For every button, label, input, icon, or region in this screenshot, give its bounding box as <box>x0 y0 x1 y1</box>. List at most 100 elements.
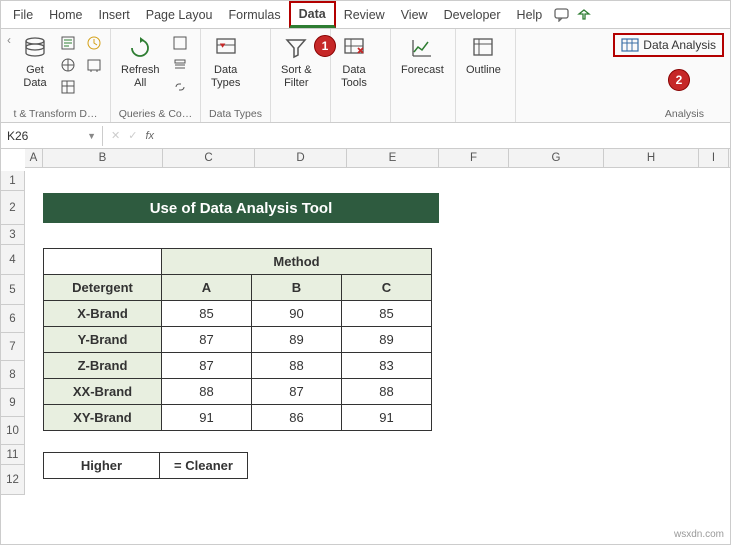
menu-tabs: File Home Insert Page Layou Formulas Dat… <box>1 1 730 29</box>
fx-icon[interactable]: fx <box>145 130 154 142</box>
table-corner <box>44 249 162 275</box>
data-tools-button[interactable]: Data Tools <box>337 33 371 92</box>
name-box[interactable]: K26 ▼ <box>1 126 103 146</box>
table-row: Z-Brand878883 <box>44 353 432 379</box>
method-col: B <box>252 275 342 301</box>
scroll-left-icon[interactable]: ‹ <box>7 33 11 47</box>
col-hdr[interactable]: H <box>604 149 699 167</box>
tab-developer[interactable]: Developer <box>436 4 509 26</box>
refresh-all-label: Refresh All <box>121 64 160 90</box>
tab-view[interactable]: View <box>393 4 436 26</box>
method-header: Method <box>162 249 432 275</box>
row-hdr[interactable]: 1 <box>1 171 24 191</box>
outline-icon <box>470 35 496 61</box>
legend-right: = Cleaner <box>160 453 248 479</box>
forecast-label: Forecast <box>401 64 444 77</box>
share-icon[interactable] <box>574 5 594 25</box>
data-types-icon <box>213 35 239 61</box>
queries-icon[interactable] <box>170 33 190 53</box>
table-row: XY-Brand918691 <box>44 405 432 431</box>
formula-input[interactable] <box>162 128 722 143</box>
get-data-button[interactable]: Get Data <box>18 33 52 92</box>
row-hdr[interactable]: 9 <box>1 389 24 417</box>
properties-icon[interactable] <box>170 55 190 75</box>
forecast-button[interactable]: Forecast <box>397 33 448 79</box>
column-headers: A B C D E F G H I <box>25 149 730 168</box>
data-analysis-label: Data Analysis <box>643 38 716 52</box>
legend-left: Higher <box>44 453 160 479</box>
col-hdr[interactable]: G <box>509 149 604 167</box>
formula-bar: K26 ▼ ✕ ✓ fx <box>1 123 730 149</box>
data-table: Method Detergent A B C X-Brand859085 Y-B… <box>43 248 432 431</box>
analysis-table-icon <box>621 38 639 52</box>
edit-links-icon[interactable] <box>170 77 190 97</box>
col-hdr[interactable]: D <box>255 149 347 167</box>
data-types-label: Data Types <box>211 64 240 90</box>
sort-filter-label: Sort & Filter <box>281 64 312 90</box>
tab-insert[interactable]: Insert <box>91 4 138 26</box>
outline-button[interactable]: Outline <box>462 33 505 79</box>
name-box-value: K26 <box>7 129 28 143</box>
col-hdr[interactable]: I <box>699 149 729 167</box>
refresh-icon <box>127 35 153 61</box>
legend-table: Higher= Cleaner <box>43 452 248 479</box>
sort-filter-button[interactable]: Sort & Filter <box>277 33 316 92</box>
forecast-icon <box>409 35 435 61</box>
sheet-title: Use of Data Analysis Tool <box>43 193 439 223</box>
refresh-all-button[interactable]: Refresh All <box>117 33 164 92</box>
row-hdr[interactable]: 12 <box>1 465 24 495</box>
annotation-one: 1 <box>314 35 336 57</box>
ribbon: ‹ Get Data t & Transform D… Refresh All <box>1 29 730 123</box>
from-text-icon[interactable] <box>58 33 78 53</box>
enter-icon[interactable]: ✓ <box>128 129 137 142</box>
chevron-down-icon[interactable]: ▼ <box>87 131 96 141</box>
from-web-icon[interactable] <box>58 55 78 75</box>
data-types-button[interactable]: Data Types <box>207 33 244 92</box>
spreadsheet-grid: A B C D E F G H I 1 2 3 4 5 6 7 8 9 10 1… <box>1 149 730 168</box>
data-analysis-button[interactable]: Data Analysis <box>613 33 724 57</box>
row-hdr[interactable]: 11 <box>1 445 24 465</box>
col-hdr[interactable]: A <box>25 149 43 167</box>
data-tools-label: Data Tools <box>341 64 367 90</box>
table-row: XX-Brand888788 <box>44 379 432 405</box>
tab-home[interactable]: Home <box>41 4 90 26</box>
col-hdr[interactable]: B <box>43 149 163 167</box>
row-hdr[interactable]: 2 <box>1 191 24 225</box>
row-hdr[interactable]: 7 <box>1 333 24 361</box>
tab-file[interactable]: File <box>5 4 41 26</box>
tab-page-layout[interactable]: Page Layou <box>138 4 221 26</box>
col-hdr[interactable]: F <box>439 149 509 167</box>
data-tools-icon <box>341 35 367 61</box>
database-icon <box>22 35 48 61</box>
method-col: A <box>162 275 252 301</box>
tab-formulas[interactable]: Formulas <box>221 4 289 26</box>
row-hdr[interactable]: 3 <box>1 225 24 245</box>
group-label: Queries & Co… <box>117 106 194 120</box>
col-hdr[interactable]: E <box>347 149 439 167</box>
outline-label: Outline <box>466 64 501 77</box>
group-label: Analysis <box>522 106 724 120</box>
from-table-icon[interactable] <box>58 77 78 97</box>
tab-review[interactable]: Review <box>336 4 393 26</box>
row-hdr[interactable]: 10 <box>1 417 24 445</box>
row-hdr[interactable]: 5 <box>1 275 24 305</box>
recent-sources-icon[interactable] <box>84 33 104 53</box>
tab-data[interactable]: Data <box>289 1 336 28</box>
comments-icon[interactable] <box>552 5 572 25</box>
row-hdr[interactable]: 6 <box>1 305 24 333</box>
existing-conn-icon[interactable] <box>84 55 104 75</box>
funnel-icon <box>283 35 309 61</box>
cancel-icon[interactable]: ✕ <box>111 129 120 142</box>
row-hdr[interactable]: 8 <box>1 361 24 389</box>
table-row: X-Brand859085 <box>44 301 432 327</box>
annotation-two: 2 <box>668 69 690 91</box>
detergent-header: Detergent <box>44 275 162 301</box>
tab-help[interactable]: Help <box>509 4 551 26</box>
method-col: C <box>342 275 432 301</box>
group-label: t & Transform D… <box>7 106 104 120</box>
group-label: Data Types <box>207 106 264 120</box>
row-headers: 1 2 3 4 5 6 7 8 9 10 11 12 <box>1 171 25 495</box>
col-hdr[interactable]: C <box>163 149 255 167</box>
table-row: Y-Brand878989 <box>44 327 432 353</box>
row-hdr[interactable]: 4 <box>1 245 24 275</box>
